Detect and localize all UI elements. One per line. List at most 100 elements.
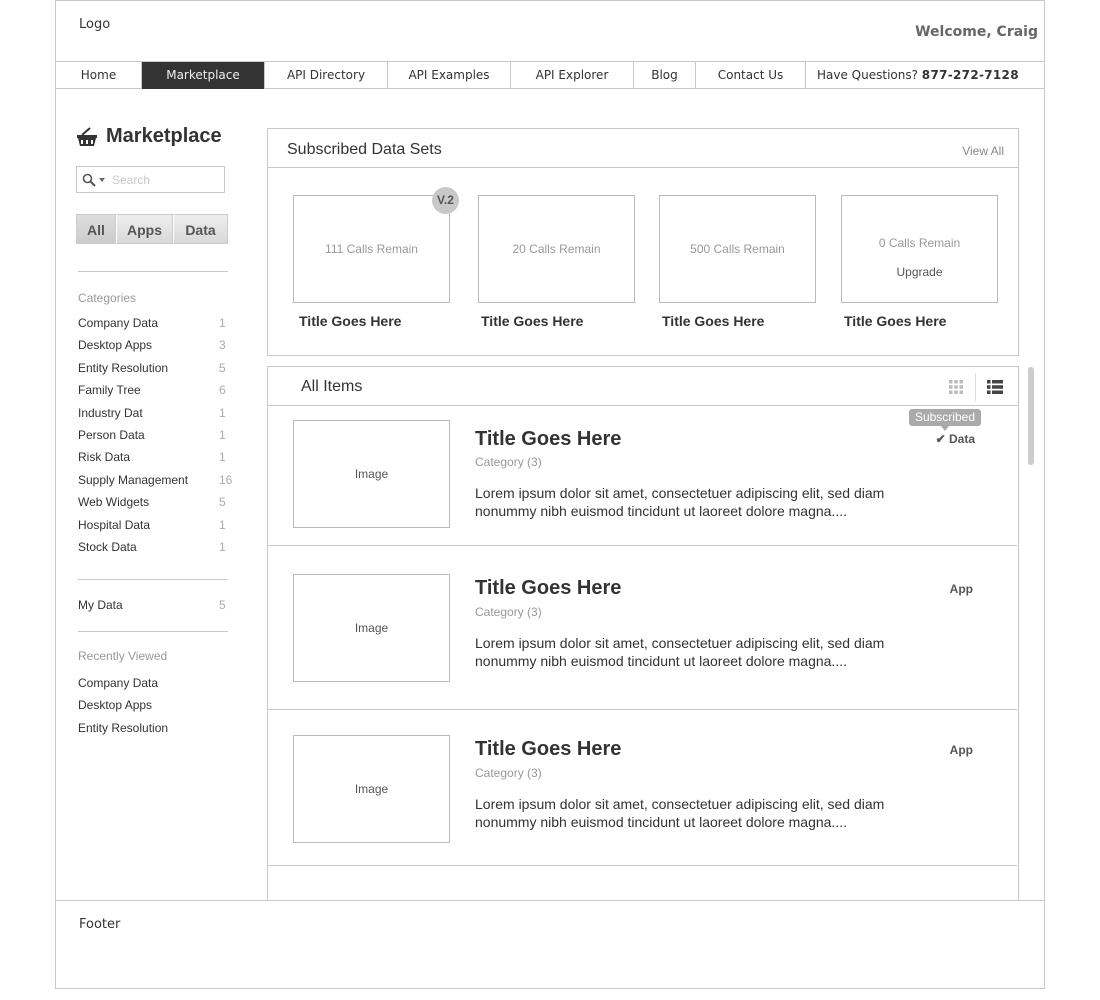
list-item: Image Title Goes Here Category (3) Lorem… xyxy=(268,711,1017,866)
item-type-label: Data xyxy=(948,432,975,446)
category-item[interactable]: Risk Data 1 xyxy=(78,446,233,468)
category-count: 5 xyxy=(219,495,226,510)
category-item[interactable]: Hospital Data 1 xyxy=(78,514,233,536)
divider xyxy=(78,271,228,272)
category-count: 1 xyxy=(219,517,226,532)
category-item[interactable]: Person Data 1 xyxy=(78,424,233,446)
search-icon xyxy=(82,173,96,187)
dataset-title[interactable]: Title Goes Here xyxy=(481,313,583,329)
category-item[interactable]: Industry Dat 1 xyxy=(78,402,233,424)
chevron-down-icon[interactable] xyxy=(99,177,105,182)
category-name: Hospital Data xyxy=(78,517,151,532)
nav-api-explorer[interactable]: API Explorer xyxy=(511,62,634,89)
item-image[interactable]: Image xyxy=(293,420,450,528)
dataset-title[interactable]: Title Goes Here xyxy=(299,313,401,329)
logo[interactable]: Logo xyxy=(79,17,110,32)
view-all-link[interactable]: View All xyxy=(962,144,1004,158)
category-count: 1 xyxy=(219,539,226,554)
upgrade-link[interactable]: Upgrade xyxy=(842,265,997,279)
recent-item[interactable]: Company Data xyxy=(78,672,233,694)
item-title[interactable]: Title Goes Here xyxy=(475,428,621,451)
divider xyxy=(78,631,228,632)
nav-api-examples[interactable]: API Examples xyxy=(388,62,511,89)
divider xyxy=(78,579,228,580)
category-count: 16 xyxy=(219,472,233,487)
category-item[interactable]: Entity Resolution 5 xyxy=(78,357,233,379)
page-frame: Logo Welcome, Craig Home Marketplace API… xyxy=(55,0,1045,989)
main-nav: Home Marketplace API Directory API Examp… xyxy=(56,61,1044,89)
category-count: 5 xyxy=(219,360,226,375)
phone-number[interactable]: 877-272-7128 xyxy=(922,68,1019,82)
recently-viewed-list: Company Data Desktop Apps Entity Resolutio… xyxy=(78,672,233,739)
grid-view-icon xyxy=(949,379,963,394)
filter-segmented-control: All Apps Data xyxy=(76,214,228,244)
item-category: Category (3) xyxy=(475,766,542,780)
category-item[interactable]: Family Tree 6 xyxy=(78,379,233,401)
item-description: Lorem ipsum dolor sit amet, consectetuer… xyxy=(475,635,885,669)
sidebar-title: Marketplace xyxy=(76,125,222,148)
scrollbar-thumb[interactable] xyxy=(1028,367,1034,465)
list-view-icon xyxy=(987,379,1003,394)
nav-marketplace[interactable]: Marketplace xyxy=(142,62,265,89)
item-title[interactable]: Title Goes Here xyxy=(475,738,621,761)
category-count: 3 xyxy=(219,338,226,353)
welcome-message: Welcome, Craig xyxy=(915,24,1038,40)
category-count: 1 xyxy=(219,316,226,330)
my-data-label: My Data xyxy=(78,598,123,612)
recent-item[interactable]: Desktop Apps xyxy=(78,694,233,716)
questions-label: Have Questions? xyxy=(817,68,918,82)
category-name: Risk Data xyxy=(78,450,131,465)
category-name: Company Data xyxy=(78,316,159,330)
subscribed-tooltip: Subscribed xyxy=(908,409,981,431)
dataset-title[interactable]: Title Goes Here xyxy=(662,313,764,329)
grid-view-button[interactable] xyxy=(937,373,975,401)
subscribed-title: Subscribed Data Sets xyxy=(287,141,442,158)
filter-data-button[interactable]: Data xyxy=(173,214,228,244)
dataset-card[interactable]: 111 Calls Remain V.2 xyxy=(293,187,459,303)
category-item[interactable]: Web Widgets 5 xyxy=(78,491,233,513)
dataset-card[interactable]: 500 Calls Remain xyxy=(659,195,816,303)
category-item[interactable]: Stock Data 1 xyxy=(78,536,233,558)
dataset-card[interactable]: 20 Calls Remain xyxy=(478,195,635,303)
category-name: Supply Management xyxy=(78,472,189,487)
all-items-panel: All Items Image Title Goes Here Category… xyxy=(267,366,1019,901)
help-contact: Have Questions? 877-272-7128 xyxy=(806,62,1019,88)
filter-all-button[interactable]: All xyxy=(76,214,116,244)
list-item: Image Title Goes Here Category (3) Lorem… xyxy=(268,547,1017,710)
category-item[interactable]: Company Data 1 xyxy=(78,312,233,334)
subscribed-data-sets-panel: Subscribed Data Sets View All 111 Calls … xyxy=(267,128,1019,356)
dataset-title[interactable]: Title Goes Here xyxy=(844,313,946,329)
nav-blog[interactable]: Blog xyxy=(634,62,696,89)
filter-apps-button[interactable]: Apps xyxy=(116,214,173,244)
panel-header: Subscribed Data Sets View All xyxy=(268,129,1018,168)
nav-contact-us[interactable]: Contact Us xyxy=(696,62,806,89)
panel-header: All Items xyxy=(268,367,1018,406)
list-view-button[interactable] xyxy=(976,373,1014,401)
calls-remaining: 20 Calls Remain xyxy=(512,242,601,256)
item-type-badge: ✔ Data xyxy=(936,432,975,446)
checkmark-icon: ✔ xyxy=(935,432,946,446)
dataset-card[interactable]: 0 Calls Remain Upgrade xyxy=(841,195,998,303)
my-data-section: My Data 5 xyxy=(78,594,233,616)
item-image[interactable]: Image xyxy=(293,574,450,682)
item-image[interactable]: Image xyxy=(293,735,450,843)
my-data-link[interactable]: My Data 5 xyxy=(78,594,233,616)
category-item[interactable]: Desktop Apps 3 xyxy=(78,334,233,356)
view-toggle xyxy=(937,367,1018,406)
all-items-title: All Items xyxy=(301,378,363,395)
item-title[interactable]: Title Goes Here xyxy=(475,577,621,600)
search-input[interactable] xyxy=(112,172,212,187)
nav-home[interactable]: Home xyxy=(56,62,142,89)
nav-api-directory[interactable]: API Directory xyxy=(265,62,388,89)
category-item[interactable]: Supply Management 16 xyxy=(78,469,233,491)
recent-item[interactable]: Entity Resolution xyxy=(78,717,233,739)
category-count: 6 xyxy=(219,383,226,398)
category-name: Industry Dat xyxy=(78,405,143,420)
item-category: Category (3) xyxy=(475,605,542,619)
item-category: Category (3) xyxy=(475,455,542,469)
category-name: Stock Data xyxy=(78,539,137,554)
search-box[interactable] xyxy=(76,166,225,193)
category-count: 1 xyxy=(219,405,226,420)
calls-remaining: 111 Calls Remain xyxy=(325,242,418,256)
category-list: Company Data 1 Desktop Apps 3 Entity Resolut… xyxy=(78,312,233,558)
